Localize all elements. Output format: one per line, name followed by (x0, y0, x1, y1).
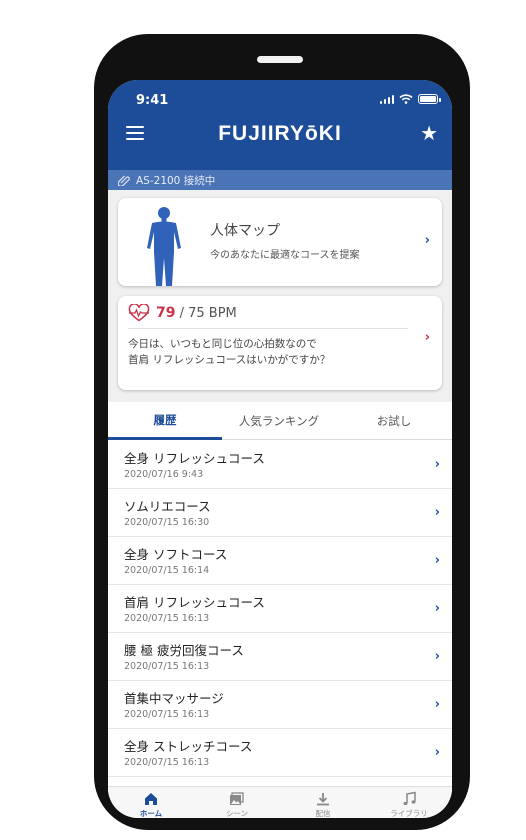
connection-status: AS-2100 接続中 (136, 174, 216, 187)
course-title: 全身 ソフトコース (124, 547, 228, 562)
list-item[interactable]: 全身 ストレッチコース 2020/07/15 16:13 › (108, 729, 452, 777)
chevron-right-icon: › (434, 457, 440, 472)
rest-bpm: / 75 BPM (175, 306, 237, 321)
body-map-title: 人体マップ (210, 223, 280, 239)
nav-scene[interactable]: シーン (194, 787, 280, 818)
course-date: 2020/07/15 16:13 (124, 613, 210, 624)
app-header: 9:41 FUJIIRYōKI ★ (108, 80, 452, 170)
course-date: 2020/07/16 9:43 (124, 469, 204, 480)
app-screen: 9:41 FUJIIRYōKI ★ AS-2100 接続中 人体マップ 今のあな… (108, 80, 452, 818)
download-icon (317, 793, 329, 806)
body-map-card[interactable]: 人体マップ 今のあなたに最適なコースを提案 › (118, 198, 442, 286)
star-icon[interactable]: ★ (420, 121, 438, 145)
chevron-right-icon: › (424, 233, 430, 248)
course-date: 2020/07/15 16:13 (124, 709, 210, 720)
speaker-slot (257, 56, 303, 63)
link-icon (118, 175, 130, 186)
status-time: 9:41 (136, 93, 169, 108)
list-item[interactable]: 首肩 リフレッシュコース 2020/07/15 16:13 › (108, 585, 452, 633)
heart-message: 今日は、いつもと同じ位の心拍数なので 首肩 リフレッシュコースはいかがですか？ (128, 336, 330, 368)
course-date: 2020/07/15 16:14 (124, 565, 210, 576)
heart-message-line1: 今日は、いつもと同じ位の心拍数なので (128, 338, 317, 350)
course-title: 全身 リフレッシュコース (124, 451, 265, 466)
heart-rate-icon (128, 304, 150, 322)
tab-bar: 履歴 人気ランキング お試し (108, 402, 452, 440)
list-item[interactable]: 首集中マッサージ 2020/07/15 16:13 › (108, 681, 452, 729)
course-date: 2020/07/15 16:13 (124, 757, 210, 768)
divider (128, 328, 408, 329)
signal-icon (379, 94, 394, 104)
nav-library[interactable]: ライブラリ (366, 787, 452, 818)
course-title: ソムリエコース (124, 499, 211, 514)
status-icons (379, 94, 441, 104)
tab-ranking[interactable]: 人気ランキング (222, 402, 336, 440)
nav-delivery[interactable]: 配信 (280, 787, 366, 818)
list-item[interactable]: 全身 ソフトコース 2020/07/15 16:14 › (108, 537, 452, 585)
bottom-nav: ホーム シーン 配信 ライブラリ (108, 786, 452, 818)
wifi-icon (399, 94, 413, 104)
course-title: 首肩 リフレッシュコース (124, 595, 265, 610)
nav-scene-label: シーン (225, 809, 249, 818)
course-list-panel: 履歴 人気ランキング お試し 全身 リフレッシュコース 2020/07/16 9… (108, 402, 452, 798)
tab-trial[interactable]: お試し (336, 402, 452, 440)
chevron-right-icon: › (434, 553, 440, 568)
course-date: 2020/07/15 16:13 (124, 661, 210, 672)
list-item[interactable]: 腰 極 疲労回復コース 2020/07/15 16:13 › (108, 633, 452, 681)
chevron-right-icon: › (424, 330, 430, 345)
phone-frame: 9:41 FUJIIRYōKI ★ AS-2100 接続中 人体マップ 今のあな… (94, 34, 470, 830)
nav-library-label: ライブラリ (390, 809, 428, 818)
history-list: 全身 リフレッシュコース 2020/07/16 9:43 › ソムリエコース 2… (108, 441, 452, 777)
nav-home[interactable]: ホーム (108, 787, 194, 818)
image-icon (230, 792, 244, 805)
body-map-subtitle: 今のあなたに最適なコースを提案 (210, 250, 360, 261)
app-logo: FUJIIRYōKI (218, 122, 342, 145)
connection-bar: AS-2100 接続中 (108, 170, 452, 190)
heart-rate-card[interactable]: 79 / 75 BPM 今日は、いつもと同じ位の心拍数なので 首肩 リフレッシュ… (118, 296, 442, 390)
home-icon (145, 793, 157, 805)
tab-history[interactable]: 履歴 (108, 402, 222, 440)
course-title: 首集中マッサージ (124, 691, 224, 706)
heart-rate-value: 79 / 75 BPM (156, 305, 237, 321)
chevron-right-icon: › (434, 649, 440, 664)
list-item[interactable]: 全身 リフレッシュコース 2020/07/16 9:43 › (108, 441, 452, 489)
chevron-right-icon: › (434, 697, 440, 712)
nav-home-label: ホーム (139, 809, 163, 818)
human-body-icon (147, 207, 181, 286)
course-date: 2020/07/15 16:30 (124, 517, 210, 528)
chevron-right-icon: › (434, 745, 440, 760)
nav-delivery-label: 配信 (315, 809, 331, 818)
heart-message-line2: 首肩 リフレッシュコースはいかがですか？ (128, 354, 331, 366)
course-title: 腰 極 疲労回復コース (124, 643, 244, 658)
battery-icon (418, 94, 441, 104)
current-bpm: 79 (156, 305, 176, 321)
course-title: 全身 ストレッチコース (124, 739, 253, 754)
music-icon (403, 791, 416, 806)
chevron-right-icon: › (434, 601, 440, 616)
list-item[interactable]: ソムリエコース 2020/07/15 16:30 › (108, 489, 452, 537)
chevron-right-icon: › (434, 505, 440, 520)
